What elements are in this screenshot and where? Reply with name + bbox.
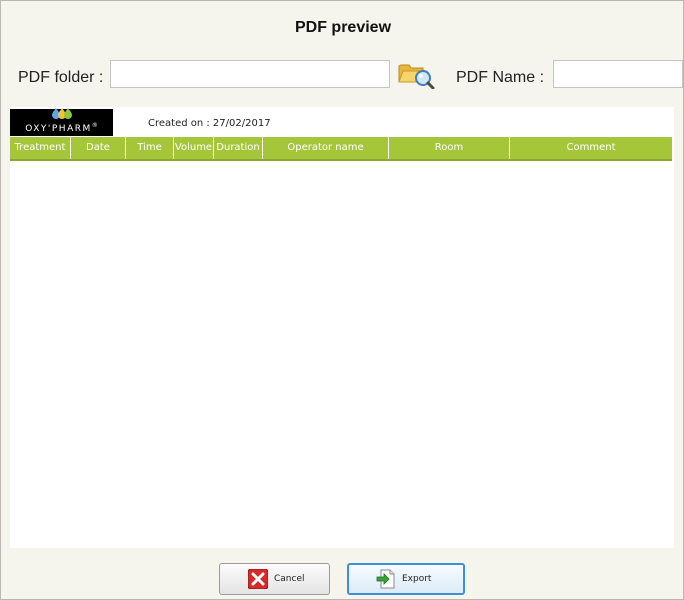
column-header-time: Time: [126, 137, 174, 159]
pdf-name-label: PDF Name :: [456, 69, 545, 86]
pdf-preview-dialog: PDF preview PDF folder : PDF Name : OXY'…: [0, 0, 684, 600]
column-header-volume: Volume: [174, 137, 214, 159]
column-header-operator-name: Operator name: [263, 137, 389, 159]
cancel-button[interactable]: Cancel: [219, 563, 330, 595]
column-header-comment: Comment: [566, 142, 616, 153]
column-header-treatment: Treatment: [10, 137, 71, 159]
export-button-label: Export: [402, 574, 432, 584]
red-x-icon: [248, 569, 268, 589]
export-arrow-icon: [376, 569, 395, 589]
created-on-text: Created on : 27/02/2017: [148, 118, 271, 129]
logo-brand-text: OXY'PHARM®: [25, 122, 98, 134]
pdf-name-input[interactable]: [553, 60, 683, 88]
cancel-button-label: Cancel: [274, 574, 305, 584]
folder-search-icon: [398, 64, 435, 90]
report-table-header: Treatment Date Time Volume Duration Oper…: [10, 137, 672, 161]
report-preview-page: OXY'PHARM® Created on : 27/02/2017 Treat…: [10, 107, 674, 548]
column-header-date: Date: [71, 137, 126, 159]
dialog-title: PDF preview: [294, 19, 392, 36]
export-button[interactable]: Export: [347, 563, 465, 595]
pdf-folder-input[interactable]: [110, 60, 390, 88]
oxypharm-logo: OXY'PHARM®: [10, 108, 113, 136]
column-header-duration: Duration: [214, 137, 263, 159]
column-header-room: Room: [389, 137, 510, 159]
browse-folder-button[interactable]: [397, 57, 435, 90]
pdf-folder-label: PDF folder :: [18, 69, 104, 86]
drops-logo-icon: [52, 108, 72, 119]
